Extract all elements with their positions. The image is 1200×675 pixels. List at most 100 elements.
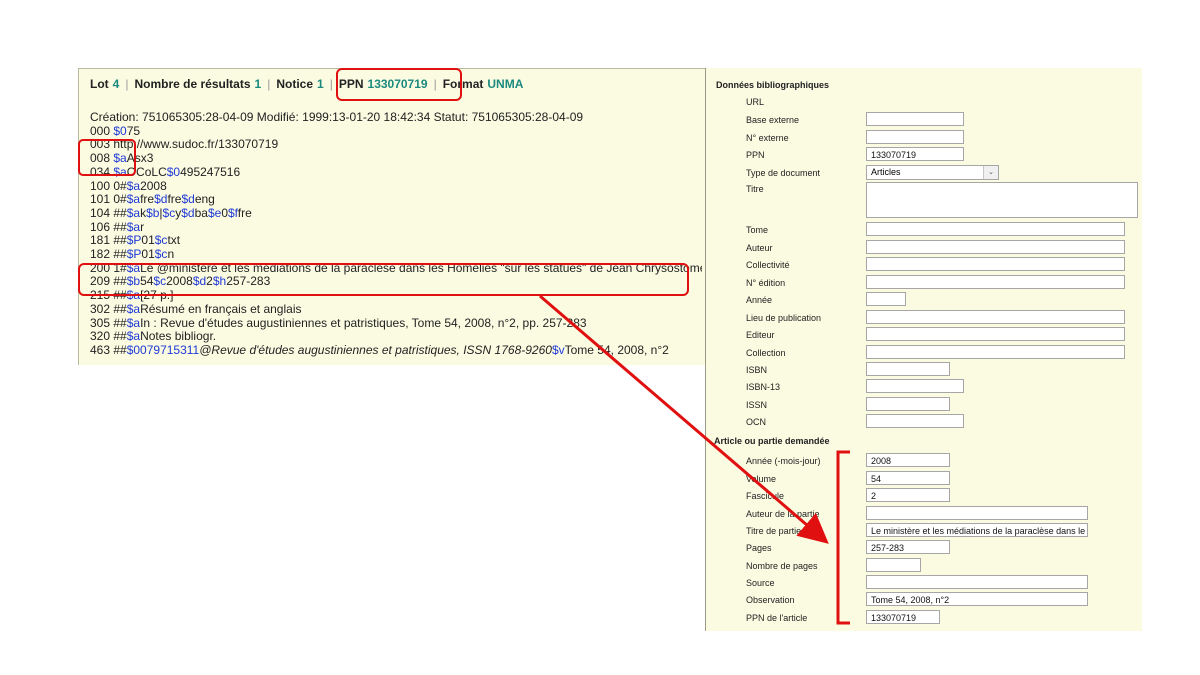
art-observation-input[interactable]: Tome 54, 2008, n°2	[866, 592, 1088, 606]
marc-field-line: 008 $aAsx3	[90, 151, 702, 166]
field-text: 75	[126, 123, 141, 138]
collectivite-input[interactable]	[866, 257, 1125, 271]
auteur-input[interactable]	[866, 240, 1125, 254]
base-externe-input[interactable]	[866, 112, 964, 126]
collectivite-label: Collectivité	[746, 260, 790, 270]
subfield-code: $c	[162, 205, 176, 220]
art-volume-input[interactable]: 54	[866, 471, 950, 485]
field-text: fre	[167, 192, 182, 207]
field-text: 305 ##	[90, 315, 127, 330]
isbn13-input[interactable]	[866, 379, 964, 393]
art-nbpages-input[interactable]	[866, 558, 921, 572]
field-text: Tome 54, 2008, n°2	[564, 342, 669, 357]
chevron-down-icon[interactable]: ⌄	[983, 166, 998, 179]
row-tome: Tome	[706, 222, 1142, 238]
field-text: 257-283	[226, 274, 271, 289]
subfield-code: $a	[126, 178, 141, 193]
ppn-value: 133070719	[367, 77, 428, 91]
row-auteur: Auteur	[706, 240, 1142, 256]
field-text: 01	[141, 233, 155, 248]
art-auteur-input[interactable]	[866, 506, 1088, 520]
ppn-info: PPN 133070719	[338, 77, 428, 91]
art-annee-input[interactable]: 2008	[866, 453, 950, 467]
field-text: Notes bibliogr.	[140, 329, 217, 344]
row-type-document: Type de document Articles ⌄	[706, 165, 1142, 181]
format-info: Format UNMA	[442, 77, 524, 91]
ocn-input[interactable]	[866, 414, 964, 428]
issn-input[interactable]	[866, 397, 950, 411]
base-externe-label: Base externe	[746, 115, 800, 125]
row-art-nbpages: Nombre de pages	[706, 558, 1142, 574]
lieu-input[interactable]	[866, 310, 1125, 324]
row-collection: Collection	[706, 345, 1142, 361]
field-text: [27 p.]	[140, 288, 174, 303]
art-titre-label: Titre de partie	[746, 526, 802, 536]
no-edition-input[interactable]	[866, 275, 1125, 289]
marc-field-line: 104 ##$ak$b|$cy$dba$e0$ffre	[90, 205, 702, 221]
subfield-code: $b	[146, 205, 160, 220]
subfield-code: $a	[126, 260, 141, 275]
art-ppn-input[interactable]: 133070719	[866, 610, 940, 624]
field-text: fre	[237, 205, 252, 220]
results-value: 1	[254, 77, 262, 91]
no-externe-input[interactable]	[866, 130, 964, 144]
row-ppn: PPN 133070719	[706, 147, 1142, 163]
field-text: 003 http://www.sudoc.fr/133070719	[90, 137, 279, 152]
subfield-code: $a	[113, 151, 127, 166]
field-text: r	[140, 219, 145, 234]
art-titre-input[interactable]: Le ministère et les médiations de la par…	[866, 523, 1088, 537]
lot-info: Lot 4	[90, 77, 120, 91]
ppn-label: PPN	[746, 150, 765, 160]
subfield-code: $d	[192, 274, 207, 289]
art-fascicule-input[interactable]: 2	[866, 488, 950, 502]
marc-field-line: 000 $075	[90, 123, 702, 139]
row-art-pages: Pages 257-283	[706, 540, 1142, 556]
separator: |	[125, 77, 129, 91]
format-value: UNMA	[487, 77, 524, 91]
subfield-code: $P	[126, 233, 142, 248]
field-text: 302 ##	[90, 301, 127, 316]
no-edition-label: N° édition	[746, 278, 786, 288]
annee-input[interactable]	[866, 292, 906, 306]
art-source-input[interactable]	[866, 575, 1088, 589]
issn-label: ISSN	[746, 400, 768, 410]
lot-value: 4	[112, 77, 120, 91]
field-text: @Revue d'études augustiniennes et patris…	[199, 342, 552, 357]
field-text: 008	[90, 151, 114, 166]
record-header: Lot 4 | Nombre de résultats 1 | Notice 1 | PPN 133…	[90, 77, 523, 91]
field-text: OCoLC	[126, 164, 167, 179]
subfield-code: $d	[181, 205, 195, 220]
tome-input[interactable]	[866, 222, 1125, 236]
ppn-input[interactable]: 133070719	[866, 147, 964, 161]
field-text: 181 ##	[90, 233, 127, 248]
row-art-auteur: Auteur de la partie	[706, 506, 1142, 522]
type-document-select[interactable]: Articles ⌄	[866, 165, 999, 180]
titre-label: Titre	[746, 184, 764, 194]
notice-value: 1	[317, 77, 324, 91]
isbn-input[interactable]	[866, 362, 950, 376]
field-text: 101 0#	[90, 192, 127, 207]
field-text: 215 ##	[90, 288, 127, 303]
row-editeur: Editeur	[706, 327, 1142, 343]
annee-label: Année	[746, 295, 773, 305]
art-annee-label: Année (-mois-jour)	[746, 456, 821, 466]
marc-field-line: 302 ##$aRésumé en français et anglais	[90, 301, 702, 317]
no-externe-label: N° externe	[746, 133, 789, 143]
collection-input[interactable]	[866, 345, 1125, 359]
row-url: URL	[706, 94, 1142, 110]
titre-textarea[interactable]	[866, 182, 1138, 218]
field-text: 2008	[166, 274, 193, 289]
marc-field-line: 101 0#$afre$dfre$deng	[90, 192, 702, 207]
field-text: 0	[221, 205, 228, 220]
art-pages-input[interactable]: 257-283	[866, 540, 950, 554]
subfield-code: $a	[126, 301, 141, 316]
subfield-code: $v	[551, 342, 565, 357]
row-art-annee: Année (-mois-jour) 2008	[706, 453, 1142, 469]
separator: |	[433, 77, 437, 91]
field-text: 320 ##	[90, 329, 127, 344]
marc-field-line: 003 http://www.sudoc.fr/133070719	[90, 138, 702, 152]
results-info: Nombre de résultats 1	[134, 77, 262, 91]
editeur-input[interactable]	[866, 327, 1125, 341]
field-text: 2	[206, 274, 213, 289]
auteur-label: Auteur	[746, 243, 773, 253]
